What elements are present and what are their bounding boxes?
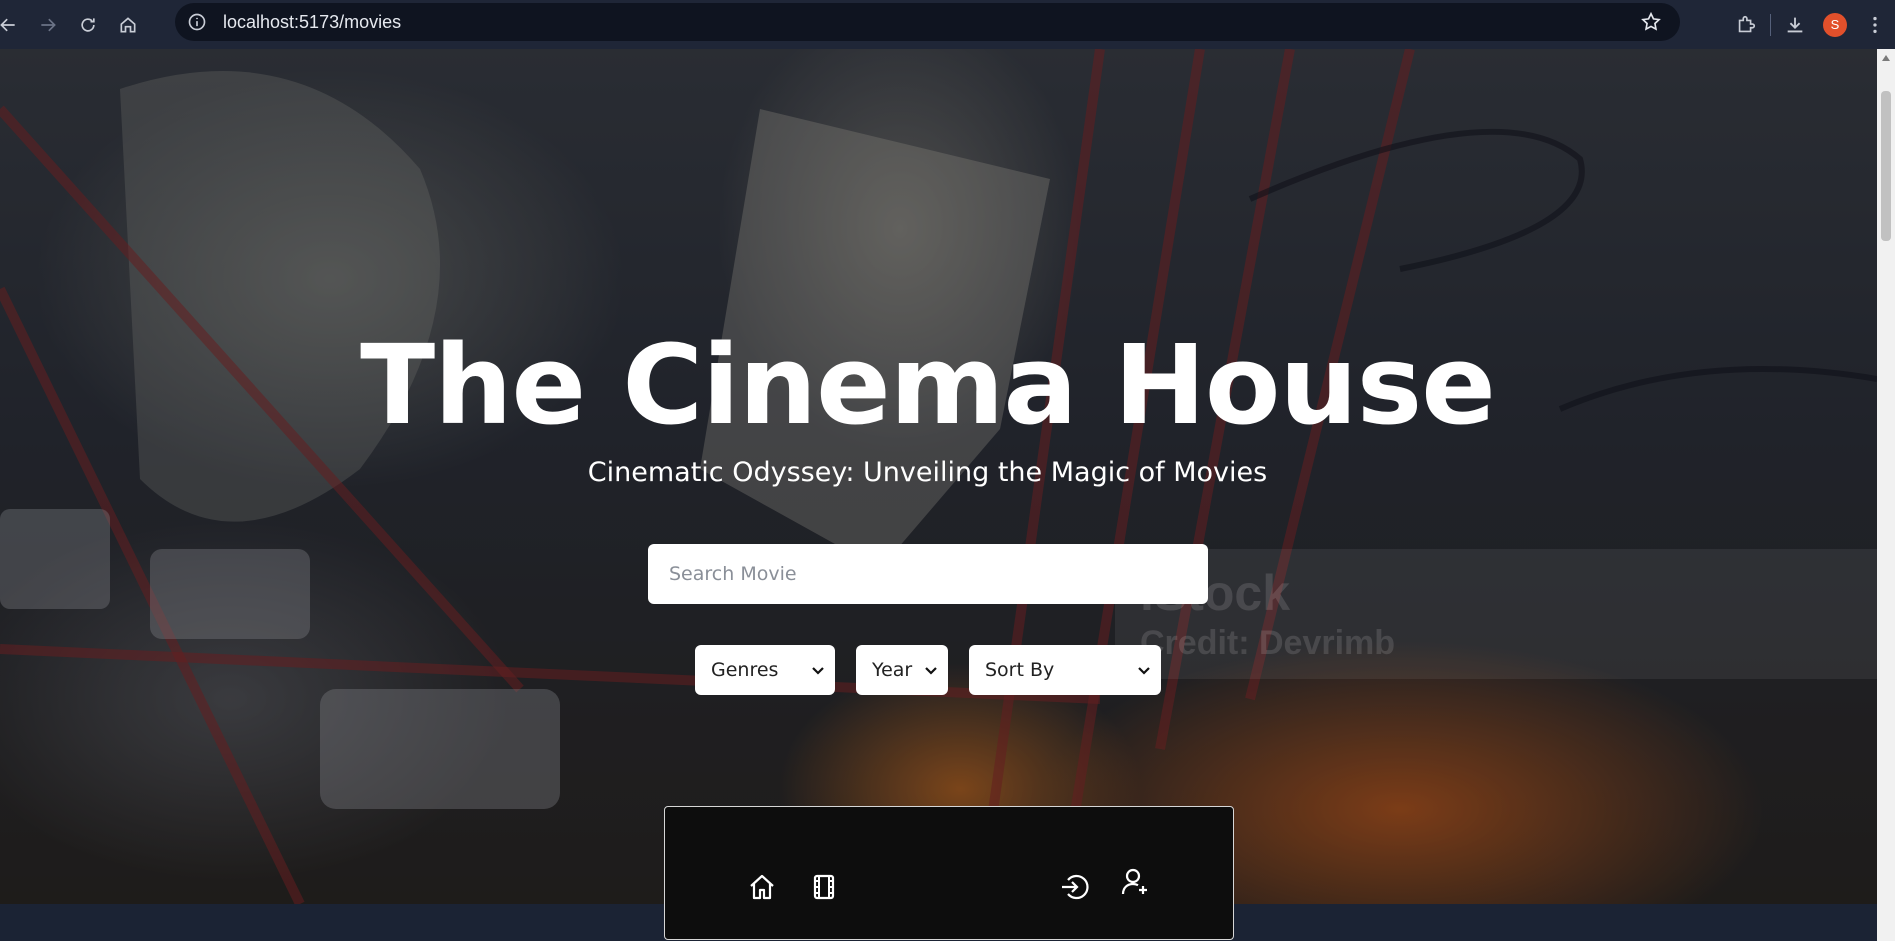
menu-button[interactable] xyxy=(1855,5,1895,45)
bookmark-star-icon[interactable] xyxy=(1640,11,1662,33)
scroll-up-arrow-icon[interactable] xyxy=(1882,55,1890,61)
year-select-label: Year xyxy=(872,659,913,681)
search-input[interactable] xyxy=(648,544,1208,604)
hero-section: iStock Credit: Devrimb The Cinema House … xyxy=(0,49,1877,904)
reload-icon xyxy=(81,17,95,32)
url-text[interactable]: localhost:5173/movies xyxy=(223,12,401,33)
nav-register-button[interactable] xyxy=(1118,865,1152,899)
home-button[interactable] xyxy=(108,5,148,45)
avatar: S xyxy=(1823,12,1847,37)
watermark-credit: Credit: Devrimb xyxy=(1140,624,1396,662)
profile-button[interactable]: S xyxy=(1815,5,1855,45)
sort-select[interactable]: Sort By xyxy=(969,645,1161,695)
nav-movies-button[interactable] xyxy=(807,870,841,904)
nav-login-button[interactable] xyxy=(1057,870,1091,904)
back-button[interactable] xyxy=(0,5,28,45)
page-title: The Cinema House xyxy=(360,321,1496,449)
browser-toolbar: localhost:5173/movies S xyxy=(0,0,1895,49)
toolbar-divider xyxy=(1770,13,1771,36)
home-icon xyxy=(750,874,774,900)
puzzle-icon xyxy=(1738,15,1756,32)
chevron-down-icon xyxy=(925,667,937,675)
downloads-button[interactable] xyxy=(1775,5,1815,45)
film-icon xyxy=(813,874,835,900)
site-info-icon[interactable] xyxy=(185,10,209,34)
page-subtitle: Cinematic Odyssey: Unveiling the Magic o… xyxy=(587,457,1268,488)
extensions-button[interactable] xyxy=(1726,5,1766,45)
chevron-down-icon xyxy=(1138,667,1150,675)
sort-select-label: Sort By xyxy=(985,659,1055,681)
genres-select-label: Genres xyxy=(711,659,779,681)
chevron-down-icon xyxy=(812,667,824,675)
arrow-right-icon xyxy=(41,18,56,31)
more-vertical-icon xyxy=(1873,16,1877,33)
home-icon xyxy=(120,16,136,32)
bottom-nav-bar xyxy=(664,806,1234,940)
nav-home-button[interactable] xyxy=(745,870,779,904)
genres-select[interactable]: Genres xyxy=(695,645,835,695)
page-scrollbar[interactable] xyxy=(1877,49,1895,941)
year-select[interactable]: Year xyxy=(856,645,948,695)
arrow-left-icon xyxy=(0,18,15,31)
download-icon xyxy=(1787,17,1803,32)
address-bar[interactable]: localhost:5173/movies xyxy=(175,3,1680,41)
forward-button[interactable] xyxy=(28,5,68,45)
user-add-icon xyxy=(1121,868,1147,895)
reload-button[interactable] xyxy=(68,5,108,45)
login-icon xyxy=(1062,874,1089,900)
scrollbar-thumb[interactable] xyxy=(1881,91,1891,241)
